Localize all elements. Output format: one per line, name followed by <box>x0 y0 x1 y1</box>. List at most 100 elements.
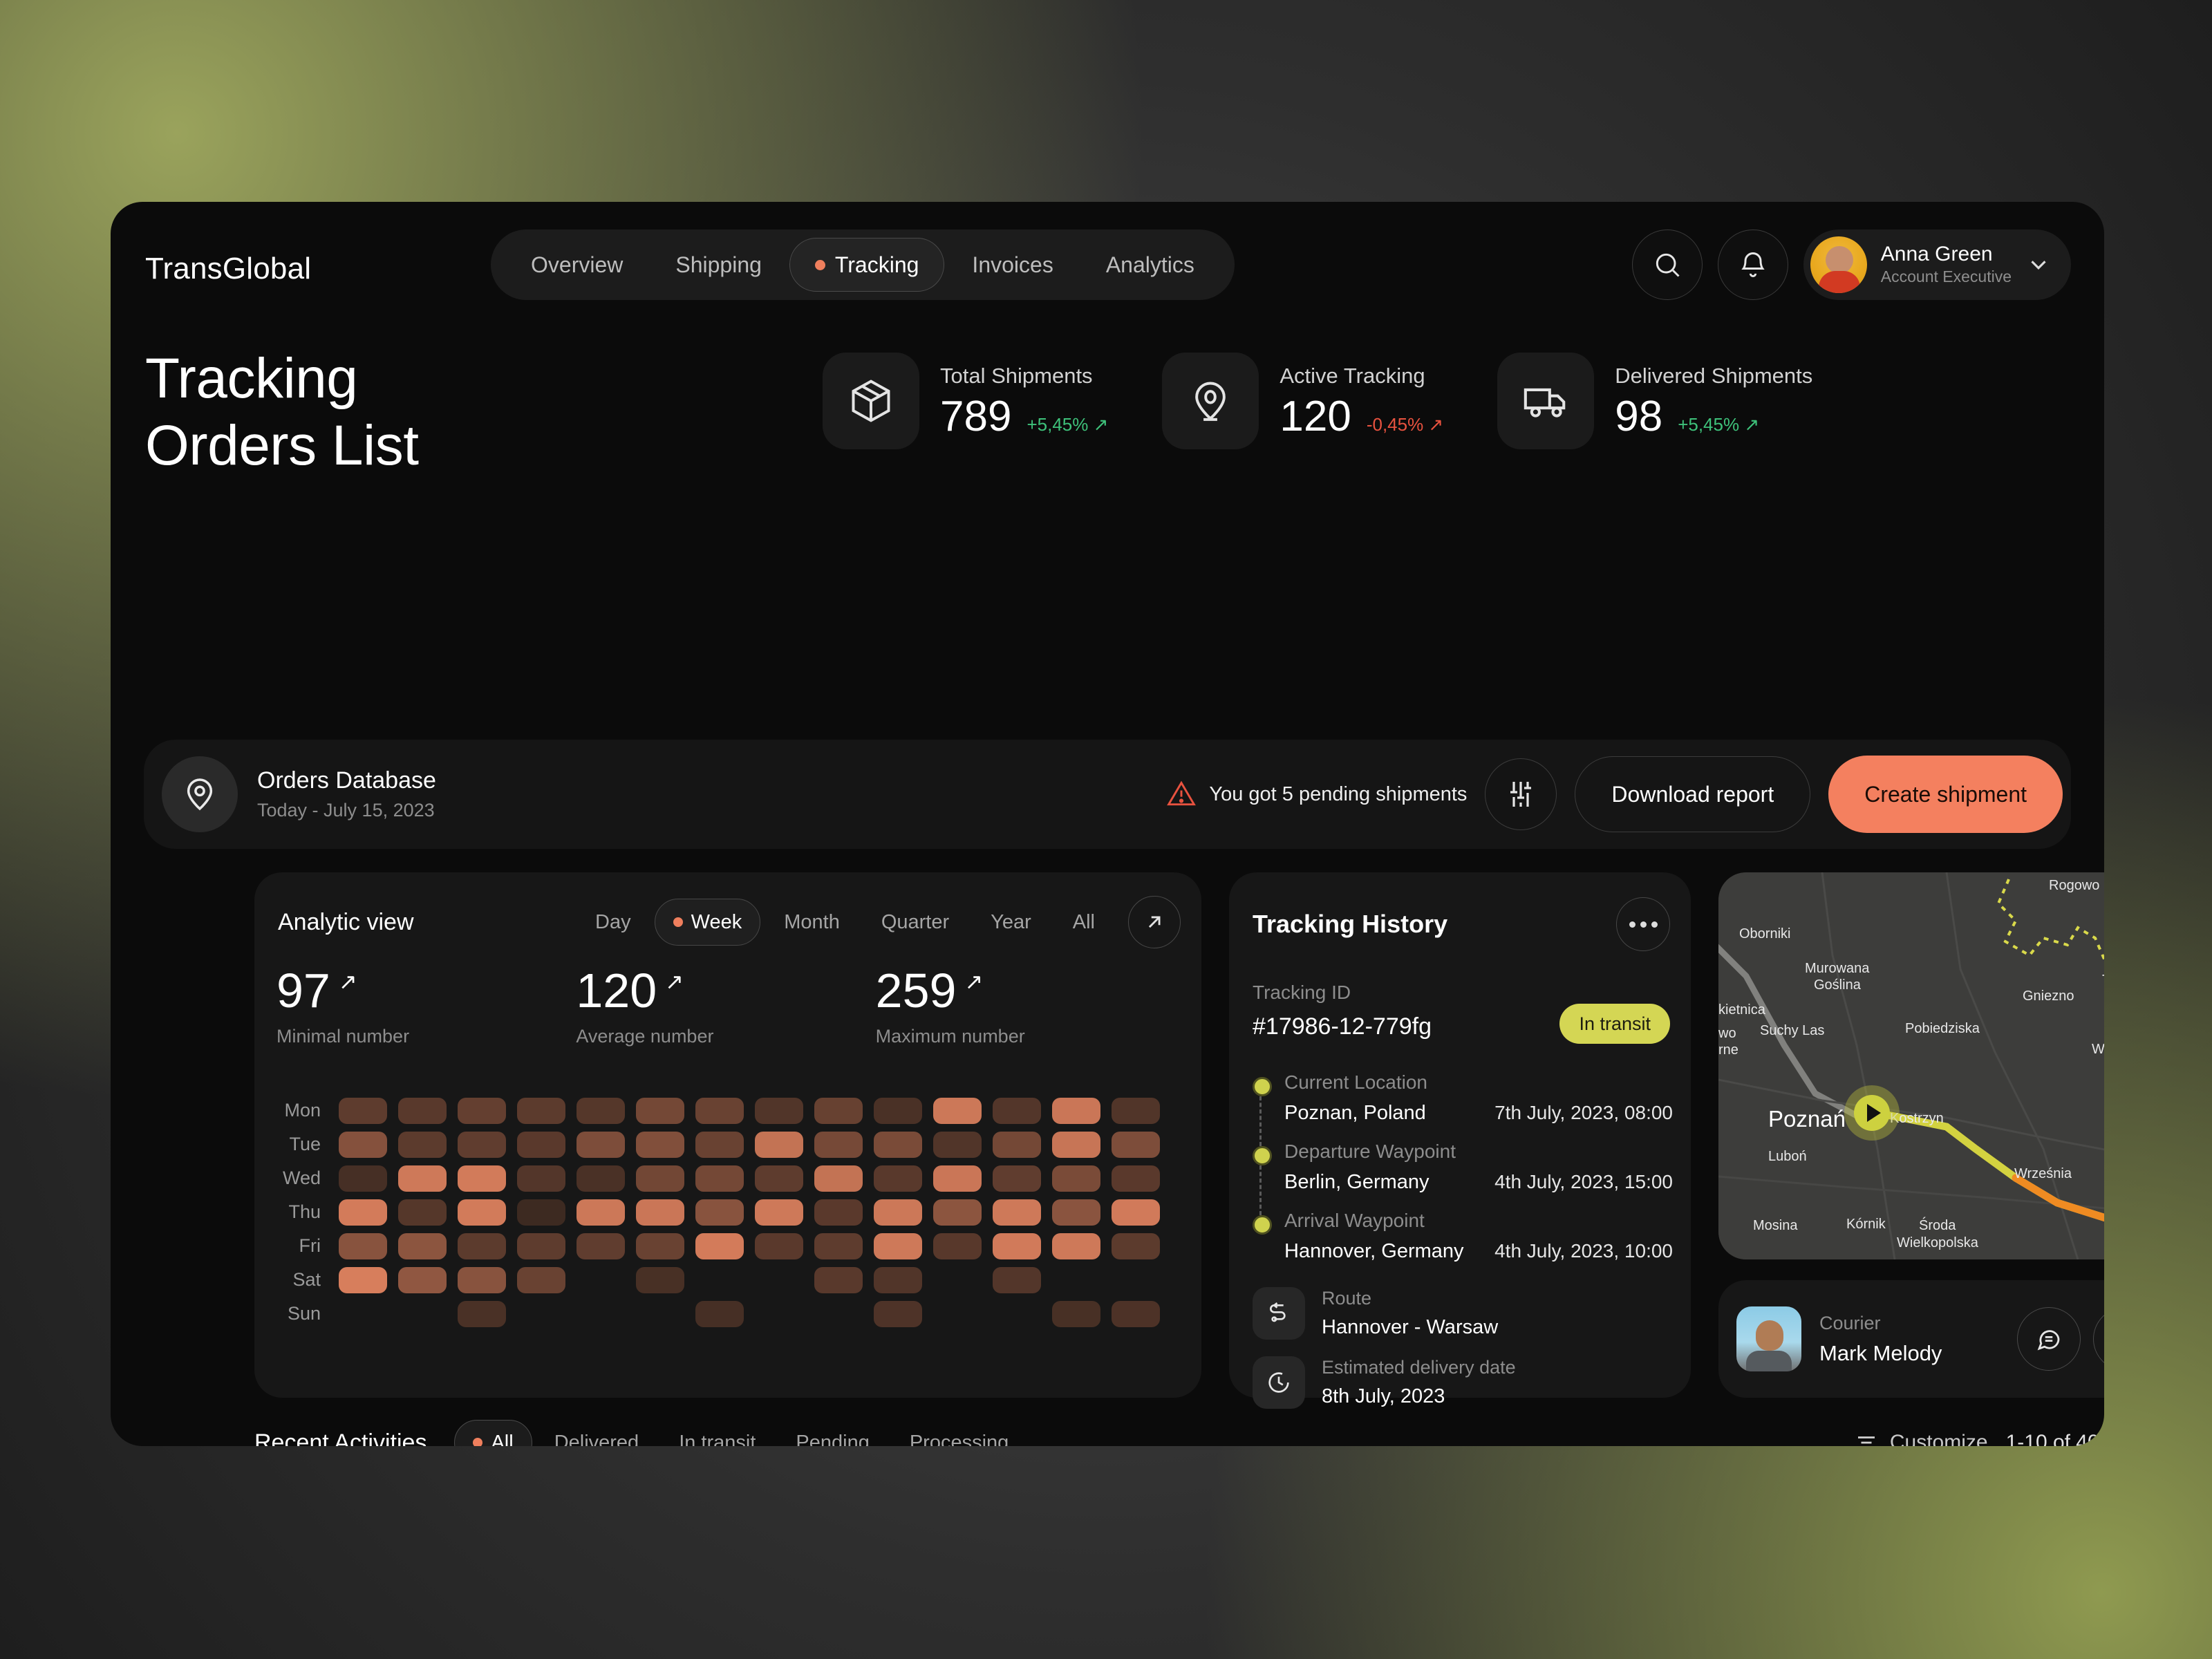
heatmap-cell[interactable] <box>458 1165 506 1192</box>
heatmap-cell[interactable] <box>933 1097 982 1124</box>
period-year[interactable]: Year <box>973 899 1049 946</box>
heatmap-cell[interactable] <box>874 1266 922 1293</box>
heatmap-cell[interactable] <box>874 1165 922 1192</box>
nav-item-tracking[interactable]: Tracking <box>789 238 945 292</box>
heatmap-cell[interactable] <box>755 1097 803 1124</box>
heatmap-cell[interactable] <box>517 1266 565 1293</box>
heatmap-cell[interactable] <box>577 1267 625 1293</box>
heatmap-cell[interactable] <box>517 1165 565 1192</box>
heatmap-cell[interactable] <box>577 1165 625 1192</box>
heatmap-cell[interactable] <box>695 1232 744 1259</box>
heatmap-cell[interactable] <box>398 1199 447 1226</box>
heatmap-cell[interactable] <box>577 1199 625 1226</box>
nav-item-shipping[interactable]: Shipping <box>650 238 787 292</box>
search-button[interactable] <box>1631 229 1703 300</box>
filter-pending[interactable]: Pending <box>778 1420 887 1447</box>
heatmap-cell[interactable] <box>1052 1232 1100 1259</box>
heatmap-cell[interactable] <box>814 1266 863 1293</box>
heatmap-cell[interactable] <box>636 1199 684 1226</box>
heatmap-cell[interactable] <box>398 1301 447 1327</box>
period-all[interactable]: All <box>1055 899 1113 946</box>
heatmap-cell[interactable] <box>398 1097 447 1124</box>
heatmap-cell[interactable] <box>398 1131 447 1158</box>
heatmap-cell[interactable] <box>874 1131 922 1158</box>
heatmap-cell[interactable] <box>398 1232 447 1259</box>
filter-all[interactable]: All <box>454 1420 532 1446</box>
heatmap-cell[interactable] <box>636 1131 684 1158</box>
heatmap-cell[interactable] <box>398 1266 447 1293</box>
heatmap-cell[interactable] <box>695 1165 744 1192</box>
heatmap-cell[interactable] <box>339 1266 387 1293</box>
heatmap-cell[interactable] <box>636 1232 684 1259</box>
heatmap-cell[interactable] <box>993 1266 1041 1293</box>
heatmap-cell[interactable] <box>695 1300 744 1327</box>
heatmap-cell[interactable] <box>993 1097 1041 1124</box>
heatmap-cell[interactable] <box>993 1165 1041 1192</box>
heatmap-cell[interactable] <box>339 1301 387 1327</box>
heatmap-cell[interactable] <box>1052 1131 1100 1158</box>
heatmap-cell[interactable] <box>458 1131 506 1158</box>
heatmap-cell[interactable] <box>1052 1165 1100 1192</box>
heatmap-cell[interactable] <box>398 1165 447 1192</box>
heatmap-cell[interactable] <box>755 1301 803 1327</box>
heatmap-cell[interactable] <box>755 1199 803 1226</box>
heatmap-cell[interactable] <box>339 1199 387 1226</box>
heatmap-cell[interactable] <box>458 1266 506 1293</box>
filter-settings-button[interactable] <box>1485 758 1557 830</box>
heatmap-cell[interactable] <box>339 1232 387 1259</box>
heatmap-cell[interactable] <box>517 1131 565 1158</box>
heatmap-cell[interactable] <box>1112 1097 1160 1124</box>
filter-in-transit[interactable]: In transit <box>661 1420 774 1447</box>
period-quarter[interactable]: Quarter <box>863 899 967 946</box>
heatmap-cell[interactable] <box>1052 1097 1100 1124</box>
nav-item-invoices[interactable]: Invoices <box>947 238 1078 292</box>
heatmap-cell[interactable] <box>933 1232 982 1259</box>
nav-item-analytics[interactable]: Analytics <box>1081 238 1219 292</box>
courier-message-button[interactable] <box>2017 1307 2081 1371</box>
analytic-expand-button[interactable] <box>1128 896 1181 948</box>
heatmap-cell[interactable] <box>636 1165 684 1192</box>
courier-call-button[interactable] <box>2093 1307 2104 1371</box>
notifications-button[interactable] <box>1717 229 1788 300</box>
heatmap-cell[interactable] <box>458 1300 506 1327</box>
period-day[interactable]: Day <box>577 899 649 946</box>
tracking-map-panel[interactable]: ObornikiRogowoMogMurowanaGoślinaGnieznoT… <box>1718 872 2104 1259</box>
create-shipment-button[interactable]: Create shipment <box>1828 756 2063 833</box>
heatmap-cell[interactable] <box>933 1131 982 1158</box>
heatmap-cell[interactable] <box>339 1097 387 1124</box>
heatmap-cell[interactable] <box>1112 1131 1160 1158</box>
user-profile-menu[interactable]: Anna Green Account Executive <box>1803 229 2071 300</box>
heatmap-cell[interactable] <box>755 1267 803 1293</box>
heatmap-cell[interactable] <box>577 1301 625 1327</box>
heatmap-cell[interactable] <box>695 1199 744 1226</box>
heatmap-cell[interactable] <box>695 1097 744 1124</box>
heatmap-cell[interactable] <box>755 1131 803 1158</box>
heatmap-cell[interactable] <box>339 1165 387 1192</box>
heatmap-cell[interactable] <box>1112 1165 1160 1192</box>
heatmap-cell[interactable] <box>874 1300 922 1327</box>
download-report-button[interactable]: Download report <box>1575 756 1811 832</box>
chevron-down-icon[interactable] <box>2025 252 2052 278</box>
heatmap-cell[interactable] <box>1052 1199 1100 1226</box>
heatmap-cell[interactable] <box>874 1097 922 1124</box>
heatmap-cell[interactable] <box>1112 1232 1160 1259</box>
heatmap-cell[interactable] <box>755 1165 803 1192</box>
heatmap-cell[interactable] <box>1112 1300 1160 1327</box>
heatmap-cell[interactable] <box>993 1232 1041 1259</box>
heatmap-cell[interactable] <box>517 1097 565 1124</box>
heatmap-cell[interactable] <box>695 1267 744 1293</box>
period-week[interactable]: Week <box>654 899 761 946</box>
customize-button[interactable]: Customize <box>1854 1430 1988 1446</box>
heatmap-cell[interactable] <box>458 1097 506 1124</box>
heatmap-cell[interactable] <box>993 1131 1041 1158</box>
tracking-history-more-button[interactable] <box>1616 897 1670 951</box>
heatmap-cell[interactable] <box>636 1301 684 1327</box>
heatmap-cell[interactable] <box>577 1097 625 1124</box>
heatmap-cell[interactable] <box>874 1232 922 1259</box>
heatmap-cell[interactable] <box>933 1267 982 1293</box>
heatmap-cell[interactable] <box>577 1232 625 1259</box>
heatmap-cell[interactable] <box>695 1131 744 1158</box>
heatmap-cell[interactable] <box>933 1301 982 1327</box>
nav-item-overview[interactable]: Overview <box>506 238 648 292</box>
filter-processing[interactable]: Processing <box>892 1420 1027 1447</box>
